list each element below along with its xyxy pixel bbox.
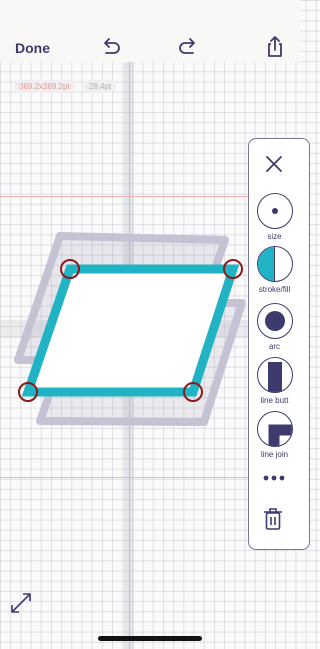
line-butt-button[interactable]: line butt [249,357,300,405]
size-label: size [267,232,282,241]
line-join-label: line join [260,450,289,459]
line-join-icon [256,411,293,447]
size-dot-icon [256,193,293,229]
shape-properties-panel: size stroke/fill arc line butt line join [248,138,310,550]
filled-circle-icon [256,303,293,339]
home-indicator [98,636,202,641]
half-circle-icon [256,246,293,282]
more-icon[interactable] [262,468,286,488]
line-butt-label: line butt [260,396,289,405]
stroke-fill-button[interactable]: stroke/fill [249,246,300,294]
arc-label: arc [268,342,281,351]
expand-icon[interactable] [9,591,33,615]
arc-button[interactable]: arc [249,303,300,351]
trash-icon[interactable] [263,507,283,531]
line-join-button[interactable]: line join [249,411,300,459]
stroke-fill-label: stroke/fill [258,285,291,294]
line-butt-icon [256,357,293,393]
size-button[interactable]: size [249,193,300,241]
close-icon[interactable] [264,154,284,174]
